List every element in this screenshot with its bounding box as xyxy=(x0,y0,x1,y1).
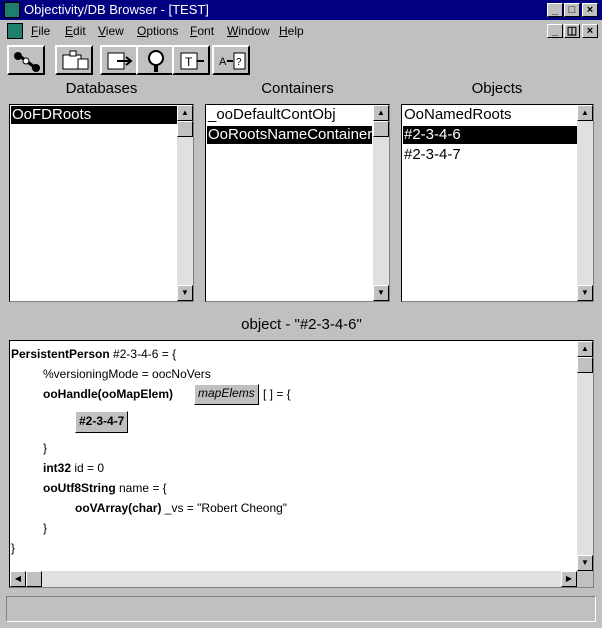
container-item[interactable]: OoRootsNameContainer xyxy=(207,126,373,144)
scroll-down-button[interactable]: ▼ xyxy=(577,285,593,301)
window-title: Objectivity/DB Browser - [TEST] xyxy=(24,2,209,17)
close-button[interactable]: × xyxy=(582,3,598,17)
scroll-down-button[interactable]: ▼ xyxy=(577,555,593,571)
type-icon: T xyxy=(180,52,204,70)
code-text: #2-3-4-6 = { xyxy=(109,347,177,361)
menu-window[interactable]: Window xyxy=(227,24,270,38)
move-button[interactable] xyxy=(100,45,138,75)
container-icon xyxy=(62,50,89,70)
scroll-thumb[interactable] xyxy=(577,357,593,373)
scroll-up-button[interactable]: ▲ xyxy=(177,105,193,121)
menu-bar: File Edit View Options Font Window Help … xyxy=(0,21,602,41)
code-type: ooHandle(ooMapElem) xyxy=(43,387,174,401)
containers-scrollbar[interactable]: ▲ ▼ xyxy=(373,105,389,301)
scroll-left-button[interactable]: ◀ xyxy=(10,571,26,587)
title-bar[interactable]: Objectivity/DB Browser - [TEST] _ □ × xyxy=(0,0,602,20)
scroll-thumb[interactable] xyxy=(26,571,42,587)
doc-restore-button[interactable]: ◫ xyxy=(564,24,580,38)
app-icon[interactable] xyxy=(4,2,20,18)
menu-options[interactable]: Options xyxy=(137,24,178,38)
code-text: } xyxy=(43,521,48,535)
code-type: ooVArray(char) xyxy=(75,501,162,515)
navigate-button[interactable]: A ? xyxy=(212,45,250,75)
code-text: %versioningMode = oocNoVers xyxy=(43,367,211,381)
scroll-up-button[interactable]: ▲ xyxy=(577,341,593,357)
code-type: PersistentPerson xyxy=(11,347,110,361)
databases-scrollbar[interactable]: ▲ ▼ xyxy=(177,105,193,301)
databases-list[interactable]: OoFDRoots ▲ ▼ xyxy=(9,104,194,302)
code-text: id = 0 xyxy=(71,461,105,475)
reference-button[interactable]: #2-3-4-7 xyxy=(75,411,129,433)
scroll-down-button[interactable]: ▼ xyxy=(373,285,389,301)
code-type: ooUtf8String xyxy=(43,481,116,495)
connect-button[interactable] xyxy=(7,45,45,75)
code-text: _vs = "Robert Cheong" xyxy=(161,501,288,515)
document-icon[interactable] xyxy=(7,23,23,39)
detail-vscrollbar[interactable]: ▲ ▼ xyxy=(577,341,593,571)
menu-file[interactable]: File xyxy=(31,24,50,38)
objects-label: Objects xyxy=(471,80,523,97)
object-item[interactable]: #2-3-4-7 xyxy=(403,146,461,164)
move-icon xyxy=(107,52,133,70)
menu-help[interactable]: Help xyxy=(279,24,304,38)
navigate-icon: A ? xyxy=(219,52,246,70)
menu-edit[interactable]: Edit xyxy=(65,24,86,38)
objects-scrollbar[interactable]: ▲ ▼ xyxy=(577,105,593,301)
scroll-thumb[interactable] xyxy=(373,121,389,137)
menu-view[interactable]: View xyxy=(98,24,124,38)
scroll-thumb[interactable] xyxy=(177,121,193,137)
svg-text:A: A xyxy=(219,56,227,68)
code-text: } xyxy=(43,441,48,455)
object-caption: object - "#2-3-4-6" xyxy=(241,316,362,333)
code-text: [ ] = { xyxy=(263,387,291,401)
container-button[interactable] xyxy=(55,45,93,75)
object-item[interactable]: OoNamedRoots xyxy=(403,106,512,124)
menu-font[interactable]: Font xyxy=(190,24,214,38)
scroll-right-button[interactable]: ▶ xyxy=(561,571,577,587)
status-bar xyxy=(6,596,596,622)
scroll-up-button[interactable]: ▲ xyxy=(373,105,389,121)
databases-label: Databases xyxy=(65,80,138,97)
maximize-button[interactable]: □ xyxy=(564,3,580,17)
doc-close-button[interactable]: × xyxy=(582,24,598,38)
map-elems-button[interactable]: mapElems xyxy=(194,384,259,405)
minimize-button[interactable]: _ xyxy=(547,3,563,17)
database-item[interactable]: OoFDRoots xyxy=(11,106,179,124)
svg-text:T: T xyxy=(185,55,193,69)
query-button[interactable] xyxy=(136,45,174,75)
scroll-corner xyxy=(577,571,593,587)
code-type: int32 xyxy=(43,461,72,475)
scroll-down-button[interactable]: ▼ xyxy=(177,285,193,301)
object-detail-view[interactable]: PersistentPerson #2-3-4-6 = { %versionin… xyxy=(9,340,594,588)
query-icon xyxy=(148,50,164,72)
container-item[interactable]: _ooDefaultContObj xyxy=(207,106,336,124)
detail-hscrollbar[interactable]: ◀ ▶ xyxy=(10,571,577,587)
connect-icon xyxy=(14,52,40,72)
code-text: } xyxy=(11,541,16,555)
objects-list[interactable]: OoNamedRoots #2-3-4-6 #2-3-4-7 ▲ ▼ xyxy=(401,104,594,302)
scroll-up-button[interactable]: ▲ xyxy=(577,105,593,121)
code-text: name = { xyxy=(115,481,167,495)
type-button[interactable]: T xyxy=(172,45,210,75)
containers-label: Containers xyxy=(261,80,334,97)
object-item[interactable]: #2-3-4-6 xyxy=(403,126,577,144)
containers-list[interactable]: _ooDefaultContObj OoRootsNameContainer ▲… xyxy=(205,104,390,302)
svg-text:?: ? xyxy=(236,57,242,68)
doc-minimize-button[interactable]: _ xyxy=(547,24,563,38)
